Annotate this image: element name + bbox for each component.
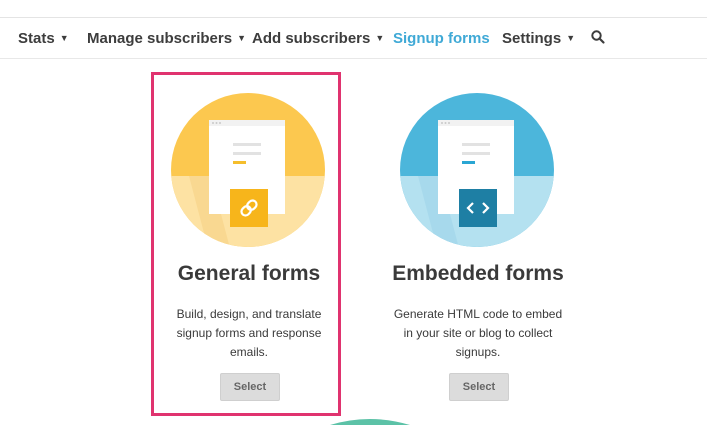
- embedded-forms-illustration: [400, 93, 554, 247]
- general-forms-title: General forms: [177, 262, 321, 285]
- nav-settings[interactable]: Settings ▼: [502, 30, 575, 47]
- page: Stats ▼ Manage subscribers ▼ Add subscribe…: [0, 0, 707, 425]
- general-forms-select-button[interactable]: Select: [220, 373, 280, 401]
- nav-stats[interactable]: Stats ▼: [18, 30, 69, 47]
- chevron-down-icon: ▼: [237, 33, 246, 43]
- search-icon[interactable]: [590, 29, 606, 45]
- embedded-forms-select-button[interactable]: Select: [449, 373, 509, 401]
- nav-signup-forms-label: Signup forms: [393, 30, 490, 47]
- window-top-bar: [0, 0, 707, 18]
- next-form-illustration: [330, 419, 410, 425]
- nav-settings-label: Settings: [502, 30, 562, 47]
- nav-add-subscribers[interactable]: Add subscribers ▼: [252, 30, 384, 47]
- embedded-forms-title: Embedded forms: [392, 262, 564, 285]
- nav-signup-forms[interactable]: Signup forms: [393, 30, 490, 47]
- chevron-down-icon: ▼: [566, 33, 576, 43]
- general-forms-illustration: [171, 93, 325, 247]
- nav-stats-label: Stats: [18, 30, 55, 47]
- embedded-forms-description: Generate HTML code to embed in your site…: [393, 307, 563, 359]
- nav-manage-subscribers[interactable]: Manage subscribers ▼: [87, 30, 246, 47]
- nav-manage-subscribers-label: Manage subscribers: [87, 30, 233, 47]
- chevron-down-icon: ▼: [59, 33, 69, 43]
- general-forms-description: Build, design, and translate signup form…: [176, 307, 322, 359]
- nav-add-subscribers-label: Add subscribers: [252, 30, 371, 47]
- chevron-down-icon: ▼: [375, 33, 385, 43]
